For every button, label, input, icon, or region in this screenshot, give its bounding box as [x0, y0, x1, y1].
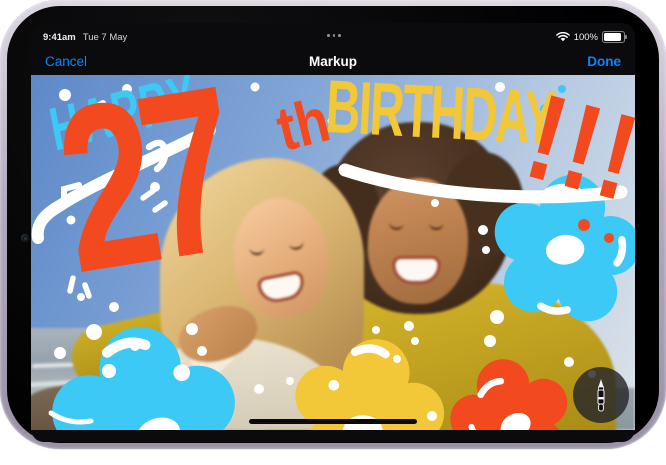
battery-icon: [602, 31, 625, 43]
markup-nav-bar: Cancel Markup Done: [45, 49, 621, 73]
pen-tool-button[interactable]: [573, 367, 629, 423]
markup-canvas[interactable]: HAPPY 27 th BIRTHDAY !!!: [31, 75, 635, 430]
front-camera-icon: [21, 234, 29, 242]
multitasking-indicator-icon[interactable]: [43, 34, 625, 37]
flower-doodle-blue-left: [44, 316, 247, 430]
doodle-text-birthday: BIRTHDAY: [324, 75, 556, 156]
ipad-device: 9:41am Tue 7 May 100% Cancel Mar: [0, 0, 666, 449]
page-title: Markup: [45, 54, 621, 69]
ipad-screen: 9:41am Tue 7 May 100% Cancel Mar: [31, 23, 635, 442]
home-indicator[interactable]: [249, 419, 417, 424]
status-bar: 9:41am Tue 7 May 100%: [43, 29, 625, 45]
marker-pen-icon: [593, 377, 609, 413]
